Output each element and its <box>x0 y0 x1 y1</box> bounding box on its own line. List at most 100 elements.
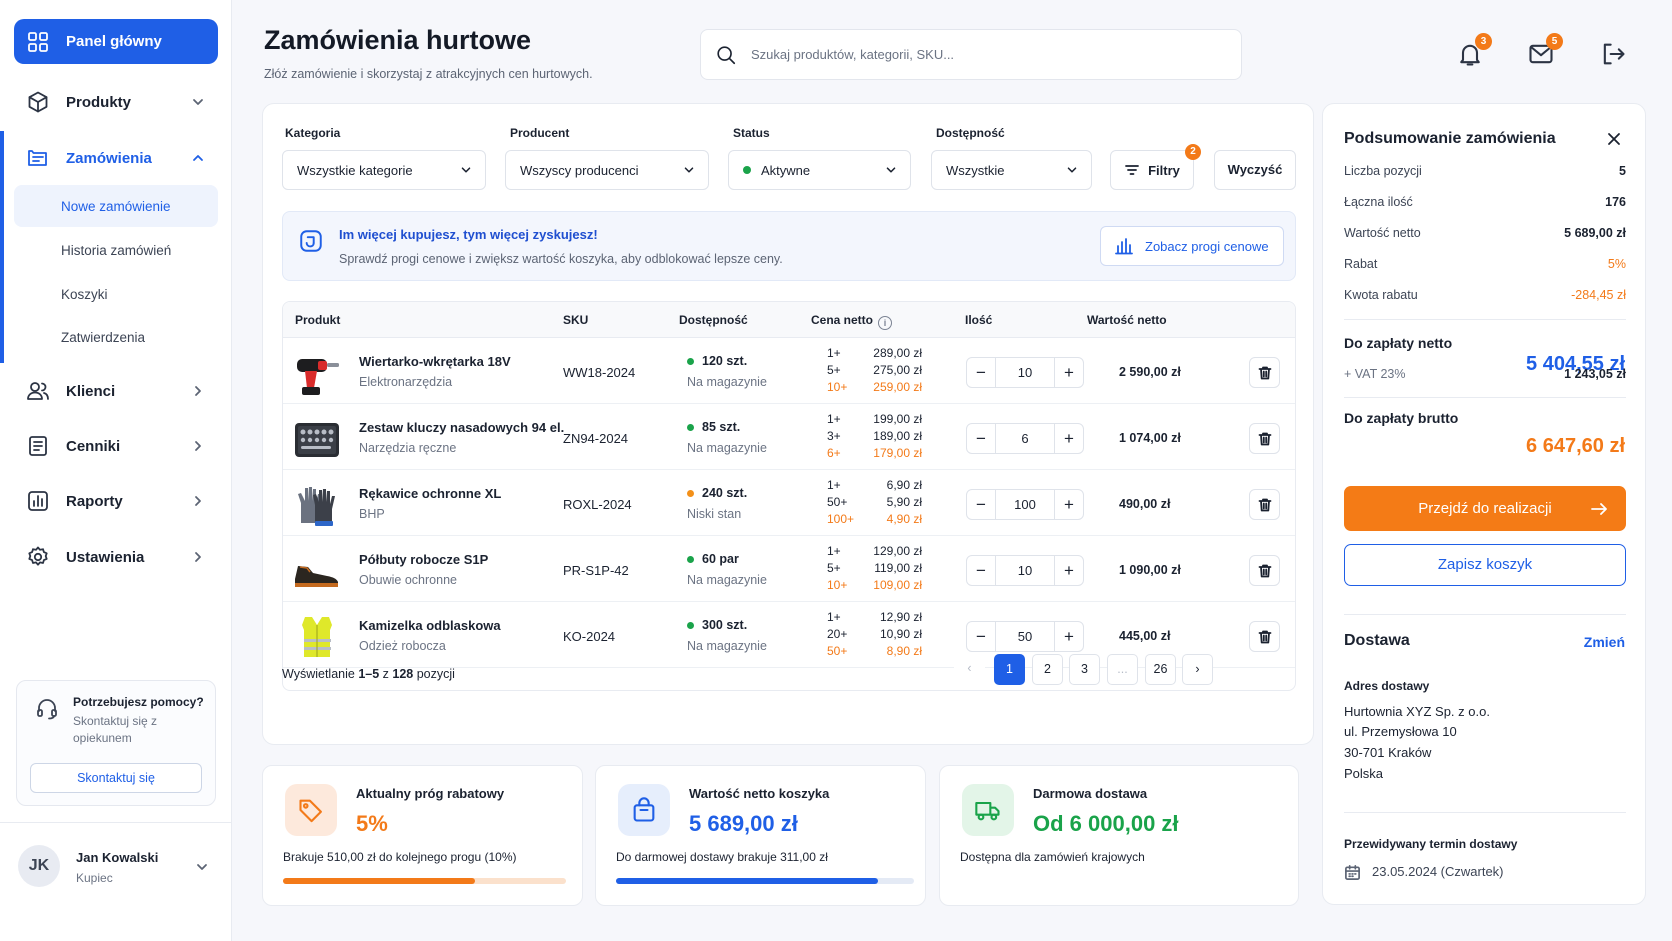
clear-button[interactable]: Wyczyść <box>1214 150 1296 190</box>
delete-button[interactable] <box>1249 423 1280 454</box>
help-card: Potrzebujesz pomocy? Skontaktuj się z op… <box>16 680 216 806</box>
stock-status: Na magazynie <box>687 639 767 653</box>
pagination-mid: z <box>379 667 393 681</box>
sidebar-item-products[interactable]: Produkty <box>14 78 218 126</box>
chevron-down-icon[interactable] <box>194 859 210 875</box>
sidebar-item-dashboard[interactable]: Panel główny <box>14 19 218 64</box>
quantity-stepper: −+ <box>966 357 1084 388</box>
sidebar-item-clients[interactable]: Klienci <box>14 367 218 415</box>
change-delivery-link[interactable]: Zmień <box>1584 634 1625 650</box>
col-sku: SKU <box>563 313 589 327</box>
tier-qty: 20+ <box>827 627 848 641</box>
quantity-input[interactable] <box>995 424 1055 453</box>
pagination-prefix: Wyświetlanie <box>282 667 359 681</box>
sidebar-item-label: Klienci <box>66 382 116 400</box>
close-icon[interactable] <box>1605 130 1623 148</box>
availability-select[interactable]: Wszystkie <box>931 150 1092 190</box>
filters-badge: 2 <box>1185 144 1201 160</box>
quantity-input[interactable] <box>995 358 1055 387</box>
quantity-input[interactable] <box>995 622 1055 651</box>
decrease-button[interactable]: − <box>967 556 995 585</box>
chevron-down-icon <box>193 99 203 105</box>
table-row: Wiertarko-wkrętarka 18V Elektronarzędzia W… <box>283 338 1295 404</box>
quantity-input[interactable] <box>995 490 1055 519</box>
page-button-2[interactable]: 2 <box>1032 654 1063 685</box>
product-name[interactable]: Półbuty robocze S1P <box>359 552 488 567</box>
delete-button[interactable] <box>1249 489 1280 520</box>
increase-button[interactable]: + <box>1055 490 1083 519</box>
contact-button[interactable]: Skontaktuj się <box>30 763 202 793</box>
logout-button[interactable] <box>1599 40 1627 68</box>
search-input[interactable] <box>751 47 1191 62</box>
vat-value: 1 243,05 zł <box>1564 367 1626 381</box>
quantity-input[interactable] <box>995 556 1055 585</box>
sidebar-item-label: Cenniki <box>66 437 121 455</box>
price-tier: 5+ 275,00 zł <box>827 363 922 380</box>
delete-button[interactable] <box>1249 621 1280 652</box>
tier-qty: 1+ <box>827 610 841 624</box>
price-tier: 1+ 6,90 zł <box>827 478 922 495</box>
decrease-button[interactable]: − <box>967 622 995 651</box>
stock-text: 85 szt. <box>702 420 741 434</box>
producer-select[interactable]: Wszyscy producenci <box>505 150 709 190</box>
divider <box>1344 319 1626 320</box>
truck-icon <box>975 801 1000 821</box>
prev-page-button[interactable]: ‹ <box>954 654 985 685</box>
decrease-button[interactable]: − <box>967 424 995 453</box>
increase-button[interactable]: + <box>1055 622 1083 651</box>
divider <box>1344 397 1626 398</box>
status-select[interactable]: Aktywne <box>728 150 911 190</box>
filters-button[interactable]: Filtry 2 <box>1110 144 1201 190</box>
delete-button[interactable] <box>1249 357 1280 388</box>
product-image <box>291 611 343 663</box>
product-name[interactable]: Kamizelka odblaskowa <box>359 618 501 633</box>
box-icon <box>28 91 48 113</box>
subnav-approvals[interactable]: Zatwierdzenia <box>14 316 218 358</box>
product-image <box>291 479 343 531</box>
page-button-3[interactable]: 3 <box>1069 654 1100 685</box>
subnav-new-order[interactable]: Nowe zamówienie <box>14 185 218 227</box>
messages-button[interactable]: 5 <box>1527 33 1563 68</box>
product-sku: WW18-2024 <box>563 365 636 380</box>
tier-price: 10,90 zł <box>879 627 922 641</box>
save-cart-button[interactable]: Zapisz koszyk <box>1344 544 1626 586</box>
increase-button[interactable]: + <box>1055 358 1083 387</box>
availability-label: Dostępność <box>936 126 1005 140</box>
next-page-button[interactable]: › <box>1182 654 1213 685</box>
checkout-button[interactable]: Przejdź do realizacji <box>1344 486 1626 531</box>
sidebar-item-orders[interactable]: Zamówienia <box>14 134 218 182</box>
avatar[interactable]: JK <box>18 845 60 887</box>
product-name[interactable]: Rękawice ochronne XL <box>359 486 501 501</box>
subnav-order-history[interactable]: Historia zamówień <box>14 229 218 271</box>
tier-qty: 10+ <box>827 380 848 394</box>
increase-button[interactable]: + <box>1055 556 1083 585</box>
status-label: Status <box>733 126 770 140</box>
category-select[interactable]: Wszystkie kategorie <box>282 150 486 190</box>
bar-chart-icon <box>1115 238 1133 255</box>
product-name[interactable]: Wiertarko-wkrętarka 18V <box>359 354 511 369</box>
product-name[interactable]: Zestaw kluczy nasadowych 94 el. <box>359 420 564 435</box>
info-icon[interactable]: i <box>878 316 893 330</box>
tier-price: 259,00 zł <box>873 380 922 394</box>
sidebar-item-pricelists[interactable]: Cenniki <box>14 422 218 470</box>
decrease-button[interactable]: − <box>967 490 995 519</box>
page-button-1[interactable]: 1 <box>994 654 1025 685</box>
summary-label: Liczba pozycji <box>1344 164 1422 178</box>
page-button-26[interactable]: 26 <box>1145 654 1176 685</box>
cart-progress-bar <box>616 878 914 884</box>
subnav-carts[interactable]: Koszyki <box>14 273 218 315</box>
promo-text: Sprawdź progi cenowe i zwiększ wartość k… <box>339 252 783 266</box>
price-tiers-button[interactable]: Zobacz progi cenowe <box>1100 226 1284 266</box>
search-bar[interactable] <box>700 29 1242 80</box>
notifications-button[interactable]: 3 <box>1456 33 1492 68</box>
order-summary-panel: Podsumowanie zamówienia Liczba pozycji 5 … <box>1322 103 1646 905</box>
delete-button[interactable] <box>1249 555 1280 586</box>
stock-quantity: 120 szt. <box>687 354 747 368</box>
increase-button[interactable]: + <box>1055 424 1083 453</box>
tier-qty: 1+ <box>827 478 841 492</box>
sidebar-item-settings[interactable]: Ustawienia <box>14 533 218 581</box>
decrease-button[interactable]: − <box>967 358 995 387</box>
tier-price: 8,90 zł <box>886 644 922 658</box>
sidebar-item-reports[interactable]: Raporty <box>14 477 218 525</box>
notifications-badge: 3 <box>1475 33 1492 50</box>
